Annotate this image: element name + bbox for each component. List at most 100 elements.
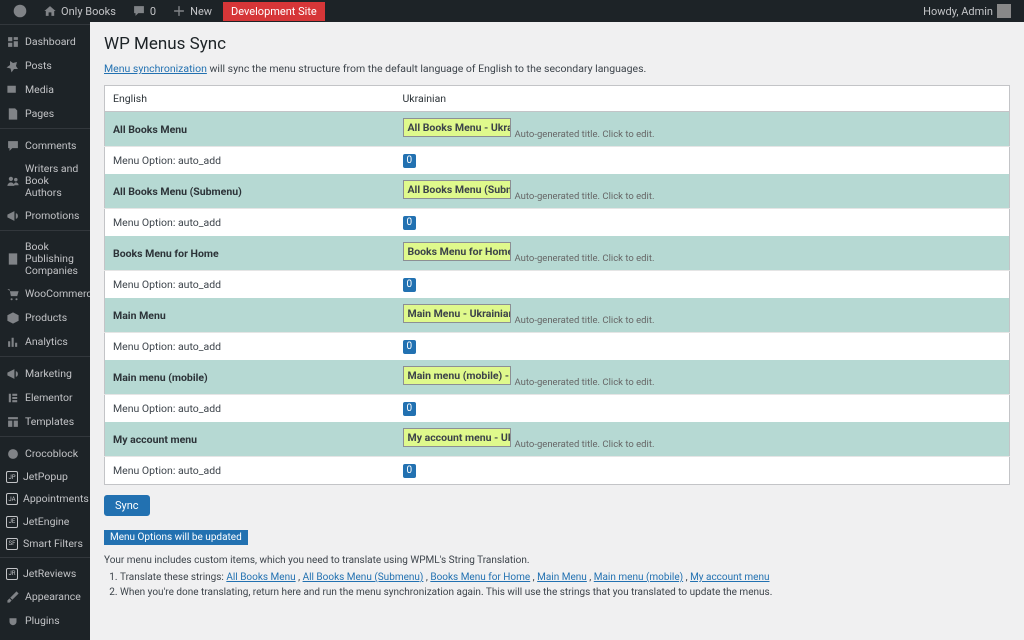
menu-row: All Books Menu (Submenu) All Books Menu … — [105, 174, 1010, 209]
sidebar-item-jetreviews[interactable]: JRJetReviews — [0, 563, 90, 585]
option-value-badge: 0 — [403, 278, 417, 292]
menu-name: All Books Menu — [105, 112, 395, 147]
sidebar-item-label: Pages — [25, 108, 54, 120]
sidebar-item-writers-and-book-authors[interactable]: Writers and Book Authors — [0, 158, 90, 204]
edit-hint: Auto-generated title. Click to edit. — [515, 191, 655, 202]
sidebar-item-marketing[interactable]: Marketing — [0, 362, 90, 386]
menu-option-label: Menu Option: auto_add — [105, 271, 395, 299]
intro-text: Menu synchronization will sync the menu … — [104, 62, 1010, 75]
comment-icon — [6, 139, 20, 153]
sidebar-item-posts[interactable]: Posts — [0, 54, 90, 78]
menu-name: Main menu (mobile) — [105, 360, 395, 395]
sidebar-item-label: WooCommerce — [25, 288, 90, 300]
sidebar-item-label: Posts — [25, 60, 52, 72]
sidebar-item-promotions[interactable]: Promotions — [0, 204, 90, 228]
sidebar-item-plugins[interactable]: Plugins — [0, 609, 90, 633]
jet-icon: JP — [6, 471, 18, 483]
jet-icon: JE — [6, 516, 18, 528]
sidebar-item-appearance[interactable]: Appearance — [0, 585, 90, 609]
menu-row: All Books Menu All Books Menu - Ukrainia… — [105, 112, 1010, 147]
menu-option-row: Menu Option: auto_add 0 — [105, 271, 1010, 299]
col-ukrainian: Ukrainian — [395, 86, 1010, 112]
string-link[interactable]: Books Menu for Home — [430, 572, 530, 583]
media-icon — [6, 83, 20, 97]
jet-icon: SF — [6, 538, 18, 550]
home-icon — [43, 4, 57, 18]
sidebar-item-book-publishing-companies[interactable]: Book Publishing Companies — [0, 236, 90, 282]
step-1: Translate these strings: All Books Menu … — [120, 570, 1010, 585]
sidebar-item-products[interactable]: Products — [0, 306, 90, 330]
sidebar-item-label: Marketing — [25, 368, 72, 380]
sidebar-item-appointments[interactable]: JAAppointments — [0, 488, 90, 510]
edit-hint: Auto-generated title. Click to edit. — [515, 315, 655, 326]
footer-intro: Your menu includes custom items, which y… — [104, 553, 1010, 568]
menu-row: Main menu (mobile) Main menu (mobile) - … — [105, 360, 1010, 395]
brush-icon — [6, 590, 20, 604]
sidebar-item-comments[interactable]: Comments — [0, 134, 90, 158]
wp-logo[interactable] — [8, 4, 32, 18]
templates-icon — [6, 415, 20, 429]
translation-title-input[interactable]: All Books Menu - Ukrainian — [403, 118, 511, 137]
megaphone-icon — [6, 367, 20, 381]
menu-name: Main Menu — [105, 298, 395, 333]
string-link[interactable]: My account menu — [690, 572, 769, 583]
string-link[interactable]: Main menu (mobile) — [594, 572, 683, 583]
string-link[interactable]: Main Menu — [537, 572, 587, 583]
string-link[interactable]: All Books Menu (Submenu) — [303, 572, 424, 583]
menu-sync-link[interactable]: Menu synchronization — [104, 62, 207, 75]
megaphone-icon — [6, 209, 20, 223]
menu-option-label: Menu Option: auto_add — [105, 333, 395, 361]
comment-icon — [132, 4, 146, 18]
translation-title-input[interactable]: Books Menu for Home - Ukr — [403, 242, 511, 261]
sidebar-item-label: Elementor — [25, 392, 73, 404]
sidebar-item-woocommerce[interactable]: WooCommerce — [0, 282, 90, 306]
sidebar-item-jetengine[interactable]: JEJetEngine — [0, 511, 90, 533]
user-greeting[interactable]: Howdy, Admin — [918, 4, 1016, 18]
menu-option-label: Menu Option: auto_add — [105, 457, 395, 485]
cart-icon — [6, 287, 20, 301]
admin-sidebar: Dashboard Posts Media Pages Comments Writers … — [0, 22, 90, 640]
string-link[interactable]: All Books Menu — [226, 572, 295, 583]
sidebar-item-dashboard[interactable]: Dashboard — [0, 30, 90, 54]
sidebar-item-label: Smart Filters — [23, 538, 83, 550]
menu-option-row: Menu Option: auto_add 0 — [105, 147, 1010, 175]
sidebar-item-media[interactable]: Media — [0, 78, 90, 102]
menu-row: Books Menu for Home Books Menu for Home … — [105, 236, 1010, 271]
menus-table: English Ukrainian All Books Menu All Boo… — [104, 85, 1010, 485]
edit-hint: Auto-generated title. Click to edit. — [515, 439, 655, 450]
sidebar-item-smart-filters[interactable]: SF Smart Filters — [0, 533, 90, 555]
sidebar-item-crocoblock[interactable]: Crocoblock — [0, 442, 90, 466]
menu-option-row: Menu Option: auto_add 0 — [105, 395, 1010, 423]
menu-option-row: Menu Option: auto_add 0 — [105, 333, 1010, 361]
sidebar-item-jetpopup[interactable]: JPJetPopup — [0, 466, 90, 488]
sidebar-item-elementor[interactable]: Elementor — [0, 386, 90, 410]
new-content-link[interactable]: New — [167, 4, 217, 18]
elementor-icon — [6, 391, 20, 405]
site-name-link[interactable]: Only Books — [38, 4, 121, 18]
sidebar-item-templates[interactable]: Templates — [0, 410, 90, 434]
sidebar-item-label: Crocoblock — [25, 448, 78, 460]
translation-title-input[interactable]: All Books Menu (Submenu) - — [403, 180, 511, 199]
building-icon — [6, 252, 20, 266]
sidebar-item-label: Book Publishing Companies — [25, 241, 84, 277]
translation-title-input[interactable]: Main Menu - Ukrainian — [403, 304, 511, 323]
option-value-badge: 0 — [403, 340, 417, 354]
croco-icon — [6, 447, 20, 461]
edit-hint: Auto-generated title. Click to edit. — [515, 253, 655, 264]
option-value-badge: 0 — [403, 216, 417, 230]
menu-row: My account menu My account menu - Ukrain… — [105, 422, 1010, 457]
translation-title-input[interactable]: My account menu - Ukrainia — [403, 428, 511, 447]
translation-title-input[interactable]: Main menu (mobile) - Ukrair — [403, 366, 511, 385]
sync-button[interactable]: Sync — [104, 495, 150, 516]
option-value-badge: 0 — [403, 154, 417, 168]
plug-icon — [6, 614, 20, 628]
comments-link[interactable]: 0 — [127, 4, 161, 18]
plus-icon — [172, 4, 186, 18]
col-english: English — [105, 86, 395, 112]
menu-option-row: Menu Option: auto_add 0 — [105, 209, 1010, 237]
edit-hint: Auto-generated title. Click to edit. — [515, 377, 655, 388]
sidebar-item-analytics[interactable]: Analytics — [0, 330, 90, 354]
sidebar-item-snippets[interactable]: Snippets — [0, 633, 90, 640]
sidebar-item-pages[interactable]: Pages — [0, 102, 90, 126]
sidebar-item-label: Comments — [25, 140, 76, 152]
